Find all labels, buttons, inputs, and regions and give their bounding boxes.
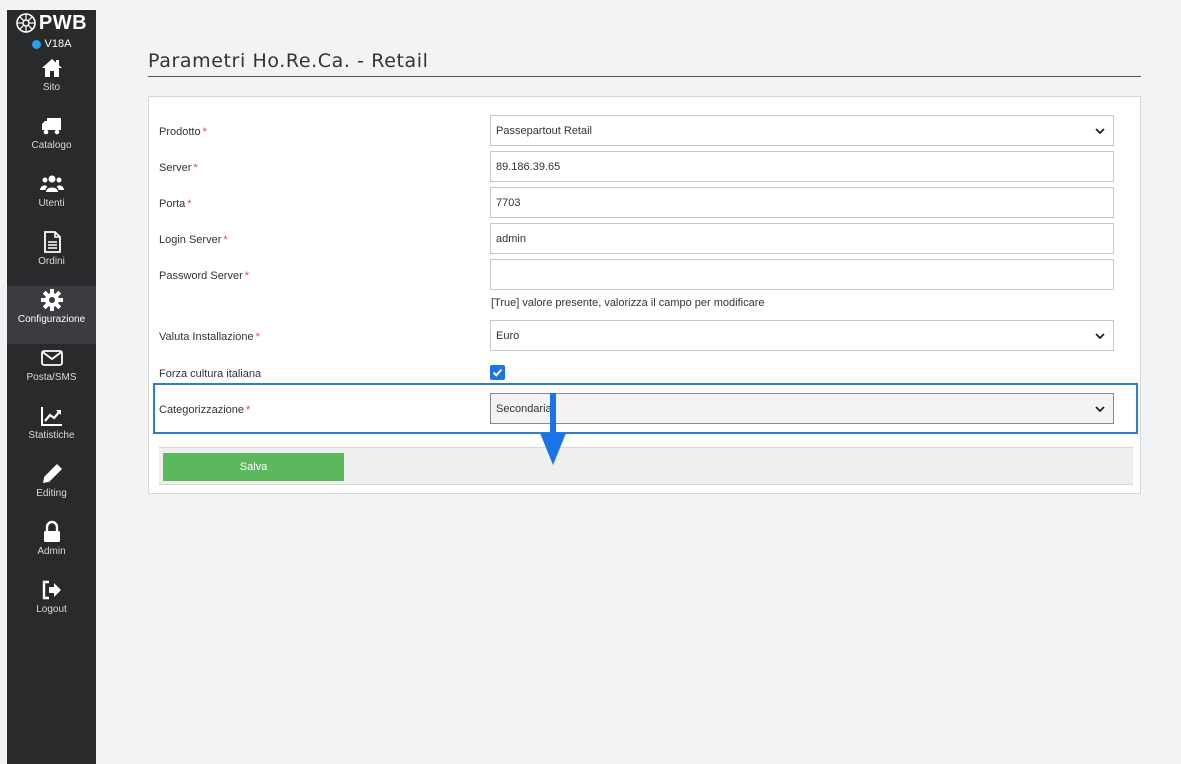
logout-icon: [42, 580, 61, 600]
login-server-label-text: Login Server: [159, 234, 222, 246]
document-icon: [43, 231, 61, 253]
sidebar-item-label: Editing: [36, 488, 67, 499]
chevron-down-icon: [1095, 332, 1105, 339]
sidebar: PWB V18A Sito Catalogo Utenti Ordini Con…: [7, 10, 96, 764]
form-actions: Salva: [159, 447, 1133, 485]
login-server-label: Login Server *: [159, 234, 228, 246]
password-hint: [True] valore presente, valorizza il cam…: [491, 297, 765, 309]
password-server-input[interactable]: [490, 259, 1114, 290]
categorizzazione-label: Categorizzazione *: [159, 404, 250, 416]
required-mark: *: [244, 270, 250, 282]
form-card: Prodotto * Passepartout Retail Server * 89…: [148, 96, 1141, 494]
sidebar-item-label: Catalogo: [31, 140, 72, 151]
sidebar-item-label: Admin: [37, 546, 66, 557]
categorizzazione-label-text: Categorizzazione: [159, 404, 244, 416]
envelope-icon: [40, 350, 63, 366]
version-indicator: V18A: [7, 37, 96, 51]
page-title: Parametri Ho.Re.Ca. - Retail: [148, 50, 429, 72]
sidebar-item-logout[interactable]: Logout: [7, 576, 96, 634]
server-input[interactable]: 89.186.39.65: [490, 151, 1114, 182]
sidebar-item-label: Utenti: [38, 198, 65, 209]
prodotto-value: Passepartout Retail: [496, 124, 592, 137]
sidebar-item-label: Posta/SMS: [26, 372, 77, 383]
required-mark: *: [246, 404, 251, 416]
prodotto-select[interactable]: Passepartout Retail: [490, 115, 1114, 146]
valuta-label-text: Valuta Installazione: [159, 331, 254, 343]
sidebar-item-admin[interactable]: Admin: [7, 518, 96, 576]
sidebar-item-label: Ordini: [38, 256, 65, 267]
categorizzazione-select[interactable]: Secondaria: [490, 393, 1114, 424]
gear-icon: [40, 289, 63, 311]
sidebar-item-label: Sito: [42, 82, 61, 93]
sidebar-item-label: Logout: [36, 604, 67, 615]
sidebar-item-statistiche[interactable]: Statistiche: [7, 402, 96, 460]
server-label-text: Server: [159, 162, 192, 174]
chevron-down-icon: [1095, 405, 1105, 412]
required-mark: *: [255, 331, 260, 343]
version-label: V18A: [44, 38, 72, 50]
logo-text: PWB: [38, 11, 88, 34]
valuta-label: Valuta Installazione *: [159, 331, 260, 343]
forza-cultura-label: Forza cultura italiana: [159, 368, 262, 380]
server-label: Server *: [159, 162, 198, 174]
required-mark: *: [193, 162, 198, 174]
valuta-value: Euro: [496, 329, 520, 342]
sidebar-item-label: Configurazione: [17, 314, 86, 325]
required-mark: *: [187, 198, 192, 210]
required-mark: *: [223, 234, 228, 246]
sidebar-item-catalogo[interactable]: Catalogo: [7, 112, 96, 170]
users-icon: [39, 175, 64, 192]
save-button[interactable]: Salva: [163, 453, 344, 481]
password-server-label: Password Server *: [159, 270, 249, 282]
sidebar-item-editing[interactable]: Editing: [7, 460, 96, 518]
logo-mark-icon: [16, 13, 36, 33]
home-icon: [41, 59, 62, 77]
sidebar-item-sito[interactable]: Sito: [7, 54, 96, 112]
title-divider: [148, 76, 1141, 77]
sidebar-item-configurazione[interactable]: Configurazione: [7, 286, 96, 344]
chart-line-icon: [40, 407, 62, 426]
required-mark: *: [202, 126, 207, 138]
porta-label-text: Porta: [159, 198, 186, 210]
status-dot-icon: [31, 39, 41, 49]
prodotto-label: Prodotto *: [159, 126, 207, 138]
logo[interactable]: PWB: [7, 10, 96, 36]
password-server-label-text: Password Server: [159, 270, 243, 282]
sidebar-nav: Sito Catalogo Utenti Ordini Configurazio…: [7, 54, 96, 634]
forza-cultura-checkbox[interactable]: [490, 365, 505, 380]
sidebar-item-posta-sms[interactable]: Posta/SMS: [7, 344, 96, 402]
porta-input[interactable]: 7703: [490, 187, 1114, 218]
checkmark-icon: [492, 368, 503, 377]
prodotto-label-text: Prodotto: [159, 126, 201, 138]
sidebar-item-utenti[interactable]: Utenti: [7, 170, 96, 228]
pencil-icon: [42, 464, 62, 483]
lock-icon: [43, 520, 60, 542]
truck-icon: [41, 118, 61, 135]
valuta-select[interactable]: Euro: [490, 320, 1114, 351]
sidebar-item-ordini[interactable]: Ordini: [7, 228, 96, 286]
login-server-input[interactable]: admin: [490, 223, 1114, 254]
chevron-down-icon: [1095, 127, 1105, 134]
annotation-arrow-down-icon: [540, 393, 566, 465]
porta-label: Porta *: [159, 198, 192, 210]
sidebar-item-label: Statistiche: [28, 430, 75, 441]
